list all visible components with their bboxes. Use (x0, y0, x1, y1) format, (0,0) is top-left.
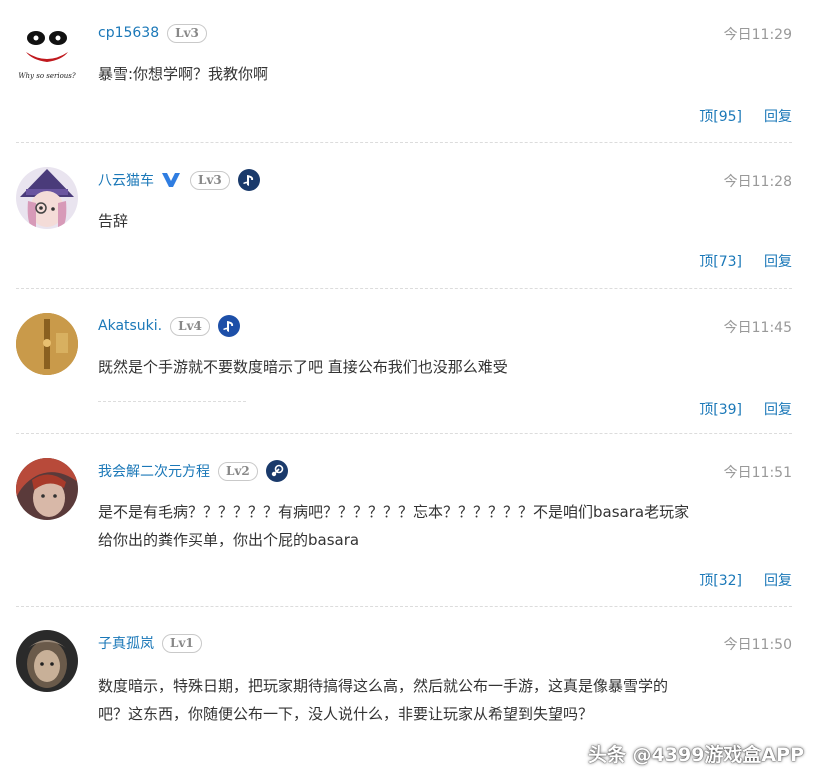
divider (16, 433, 792, 434)
playstation-icon (237, 169, 260, 191)
divider (16, 288, 792, 289)
steam-icon (265, 460, 288, 482)
vip-icon (160, 169, 182, 191)
level-badge: Lv2 (218, 461, 258, 481)
upvote-button[interactable]: 顶[39] (699, 399, 742, 419)
upvote-button[interactable]: 顶[73] (699, 251, 742, 271)
reply-button[interactable]: 回复 (764, 106, 792, 126)
comment-text: 既然是个手游就不要数度暗示了吧 直接公布我们也没那么难受 (98, 358, 508, 376)
timestamp: 今日11:50 (723, 637, 792, 653)
divider (16, 142, 792, 143)
reply-button[interactable]: 回复 (764, 570, 792, 590)
upvote-button[interactable]: 顶[95] (699, 106, 742, 126)
avatar[interactable] (16, 167, 78, 229)
svg-text:Why so serious?: Why so serious? (18, 72, 76, 80)
level-badge: Lv1 (162, 633, 202, 653)
level-badge: Lv3 (190, 170, 230, 190)
avatar[interactable]: Why so serious? (16, 20, 78, 82)
comment-text: 告辞 (98, 212, 129, 230)
level-badge: Lv3 (167, 23, 207, 43)
timestamp: 今日11:45 (723, 320, 792, 336)
divider (16, 606, 792, 607)
reply-button[interactable]: 回复 (764, 399, 792, 419)
divider (98, 401, 246, 402)
timestamp: 今日11:51 (723, 465, 792, 481)
upvote-button[interactable]: 顶[32] (699, 570, 742, 590)
username[interactable]: 八云猫车 (98, 170, 154, 190)
watermark: 头条 @4399游戏盒APP (587, 744, 804, 766)
comment-text: 是不是有毛病？？？？？？有病吧？？？？？？忘本？？？？？？不是咱们basara老… (98, 503, 690, 549)
avatar[interactable] (16, 630, 78, 692)
username[interactable]: 我会解二次元方程 (98, 461, 210, 481)
username[interactable]: cp15638 (98, 25, 159, 41)
level-badge: Lv4 (170, 316, 210, 336)
avatar[interactable] (16, 313, 78, 375)
playstation-icon (217, 315, 240, 337)
username[interactable]: 子真孤岚 (98, 633, 154, 653)
comment-text: 暴雪:你想学啊？我教你啊 (98, 65, 269, 83)
username[interactable]: Akatsuki. (98, 318, 162, 334)
timestamp: 今日11:28 (723, 174, 792, 190)
avatar[interactable] (16, 458, 78, 520)
timestamp: 今日11:29 (723, 27, 792, 43)
reply-button[interactable]: 回复 (764, 251, 792, 271)
comment-text: 数度暗示，特殊日期，把玩家期待搞得这么高，然后就公布一手游，这真是像暴雪学的 吧… (98, 677, 669, 723)
